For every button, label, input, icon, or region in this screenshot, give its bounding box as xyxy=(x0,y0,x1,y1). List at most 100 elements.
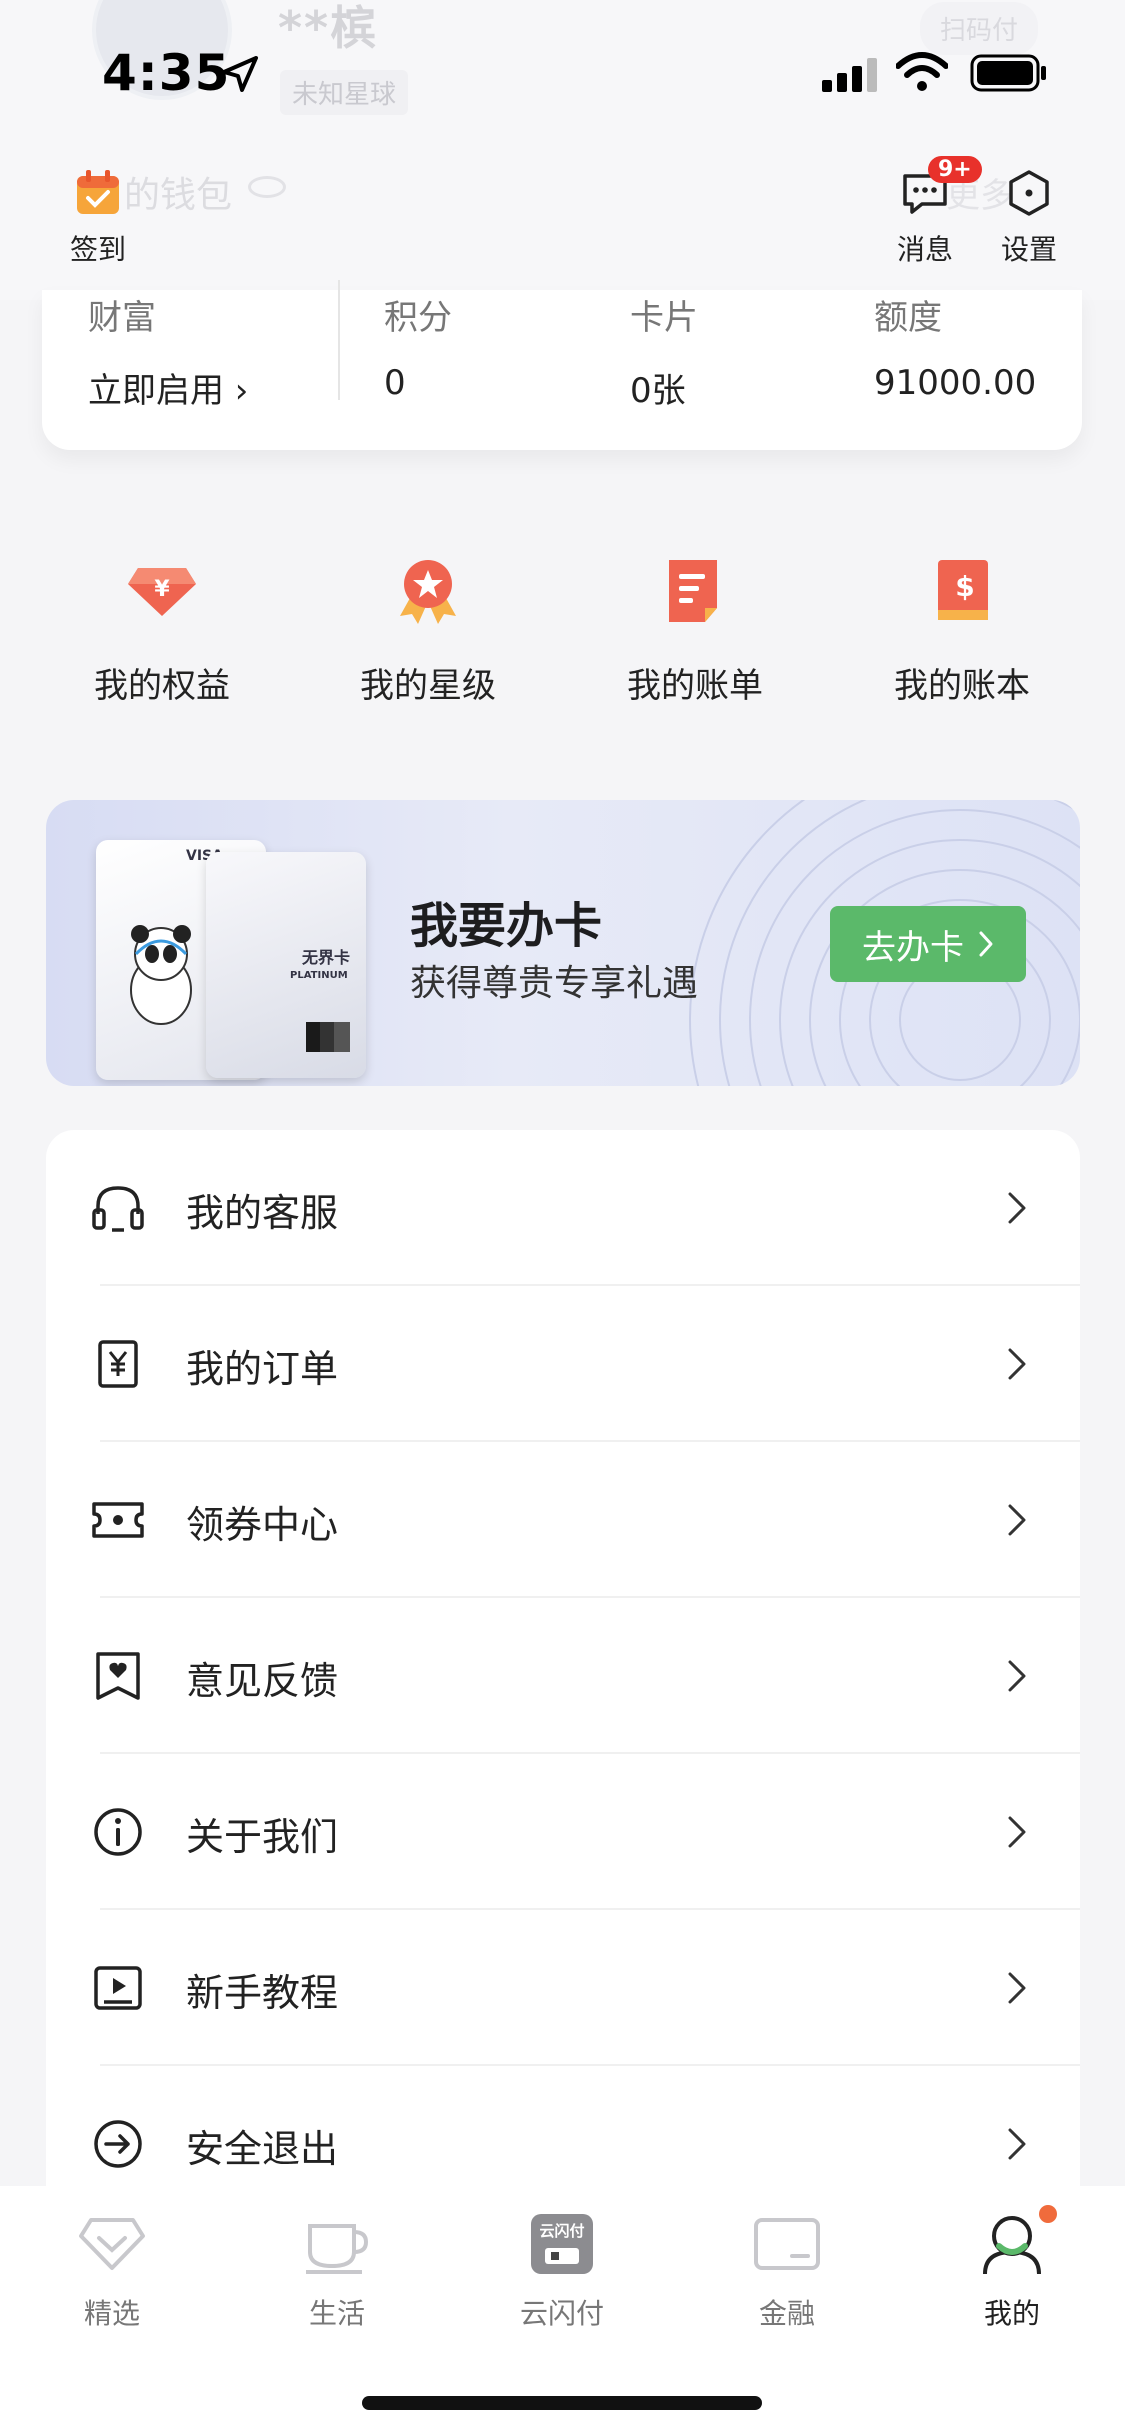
apply-card-button[interactable]: 去办卡 xyxy=(830,906,1026,982)
checkin-button[interactable]: 签到 xyxy=(68,168,128,268)
menu-item-label: 意见反馈 xyxy=(186,1659,339,1703)
settings-hexagon-icon xyxy=(1009,170,1049,216)
logout-icon xyxy=(94,2120,142,2168)
panda-mascot-icon xyxy=(130,925,192,1025)
tab-label: 生活 xyxy=(308,2297,365,2330)
points-column[interactable]: 积分 0 xyxy=(384,290,452,403)
tutorial-play-icon xyxy=(94,1966,142,2010)
menu-item-about-us[interactable]: 关于我们 xyxy=(46,1754,1080,1910)
menu-item-label: 领券中心 xyxy=(186,1503,339,1547)
menu-item-feedback[interactable]: 意见反馈 xyxy=(46,1598,1080,1754)
diamond-tab-icon xyxy=(79,2218,145,2270)
tab-label: 云闪付 xyxy=(519,2297,604,2330)
home-indicator[interactable] xyxy=(362,2396,762,2410)
unionpay-logo-icon xyxy=(306,1022,350,1052)
menu-item-tutorial[interactable]: 新手教程 xyxy=(46,1910,1080,2066)
messages-badge: 9+ xyxy=(928,156,982,183)
wallet-title: 的钱包 xyxy=(124,175,233,216)
chevron-right-icon xyxy=(1008,1816,1026,1848)
apply-card-banner[interactable]: VISA 无界卡 PLATINUM 我要办卡 获得尊贵专享礼遇 去办卡 xyxy=(46,800,1080,1086)
menu-item-label: 我的订单 xyxy=(186,1347,339,1391)
menu-item-label: 安全退出 xyxy=(186,2127,339,2171)
svg-text:¥: ¥ xyxy=(154,577,170,602)
chevron-right-icon xyxy=(1008,2128,1026,2160)
settings-button[interactable]: 设置 xyxy=(994,168,1064,268)
tab-featured[interactable]: 精选 xyxy=(52,2212,172,2332)
credit-limit-column[interactable]: 额度 91000.00 xyxy=(874,290,1036,403)
info-icon xyxy=(94,1808,142,1856)
shortcut-star-level-label: 我的星级 xyxy=(360,666,496,706)
chevron-right-icon xyxy=(1008,1504,1026,1536)
feedback-heart-icon xyxy=(96,1652,140,1700)
battery-icon xyxy=(970,54,1046,92)
chevron-right-icon xyxy=(1008,1660,1026,1692)
menu-item-my-orders[interactable]: 我的订单 xyxy=(46,1286,1080,1442)
cup-tab-icon xyxy=(306,2224,369,2274)
settings-label: 设置 xyxy=(1000,233,1057,266)
tab-label: 金融 xyxy=(758,2297,815,2330)
points-label: 积分 xyxy=(384,298,452,338)
chevron-right-icon xyxy=(1008,1192,1026,1224)
tab-unionpay[interactable]: 云闪付 云闪付 xyxy=(502,2212,622,2332)
ledger-icon: $ xyxy=(938,560,988,620)
cards-value: 0张 xyxy=(630,371,686,411)
credit-limit-value: 91000.00 xyxy=(874,363,1037,403)
card-name-text: 无界卡 xyxy=(302,948,351,967)
notification-dot xyxy=(1039,2205,1057,2223)
svg-text:云闪付: 云闪付 xyxy=(539,2222,584,2240)
tab-label: 精选 xyxy=(83,2297,140,2330)
banner-subtitle: 获得尊贵专享礼遇 xyxy=(410,963,699,1004)
wealth-label: 财富 xyxy=(88,298,156,338)
order-yen-icon xyxy=(98,1340,138,1388)
profile-tab-icon xyxy=(983,2216,1041,2275)
svg-text:$: $ xyxy=(955,570,974,603)
bill-icon xyxy=(669,560,717,622)
cards-column[interactable]: 卡片 0张 xyxy=(630,290,698,412)
wallet-summary-card: 财富 立即启用 › 积分 0 卡片 0张 额度 91000.00 xyxy=(42,280,1082,450)
tab-life[interactable]: 生活 xyxy=(277,2212,397,2332)
tab-mine[interactable]: 我的 xyxy=(952,2212,1072,2332)
chevron-right-icon xyxy=(979,931,993,957)
coupon-icon xyxy=(92,1502,144,1538)
shortcut-bill[interactable]: 我的账单 xyxy=(595,550,795,707)
apply-card-button-label: 去办卡 xyxy=(862,927,964,968)
menu-item-label: 我的客服 xyxy=(186,1191,339,1235)
location-arrow-icon xyxy=(222,56,258,92)
status-bar: 4:35 xyxy=(0,0,1125,150)
headset-icon xyxy=(92,1186,144,1232)
points-value: 0 xyxy=(384,363,406,403)
tab-label: 我的 xyxy=(983,2297,1040,2330)
checkin-label: 签到 xyxy=(69,233,126,266)
shortcut-bill-label: 我的账单 xyxy=(627,666,763,706)
credit-limit-label: 额度 xyxy=(874,298,942,338)
tab-finance[interactable]: 金融 xyxy=(727,2212,847,2332)
eye-icon[interactable] xyxy=(248,176,286,198)
menu-item-label: 新手教程 xyxy=(186,1971,339,2015)
messages-button[interactable]: 消息 xyxy=(890,168,960,268)
wallet-divider xyxy=(338,280,340,400)
shortcut-benefits[interactable]: ¥ 我的权益 xyxy=(62,550,262,707)
shortcut-grid: ¥ 我的权益 我的星级 我的账单 $ 我的账本 xyxy=(0,550,1125,720)
diamond-yen-icon: ¥ xyxy=(128,568,196,616)
status-time: 4:35 xyxy=(102,44,231,102)
bank-card-image-back: 无界卡 PLATINUM xyxy=(206,852,366,1078)
banner-title: 我要办卡 xyxy=(410,898,603,954)
star-medal-icon xyxy=(400,560,456,624)
menu-item-coupon-center[interactable]: 领券中心 xyxy=(46,1442,1080,1598)
card-tab-icon xyxy=(754,2218,820,2270)
cellular-signal-icon xyxy=(822,58,877,92)
messages-label: 消息 xyxy=(896,233,953,266)
menu-item-label: 关于我们 xyxy=(186,1815,339,1859)
settings-menu-list: 我的客服 我的订单 领券中心 意见反馈 关于我们 新手教程 安全退出 xyxy=(46,1130,1080,2230)
shortcut-star-level[interactable]: 我的星级 xyxy=(328,550,528,707)
shortcut-benefits-label: 我的权益 xyxy=(94,666,230,706)
shortcut-ledger[interactable]: $ 我的账本 xyxy=(862,550,1062,707)
wealth-value: 立即启用 › xyxy=(88,371,249,411)
card-tier-text: PLATINUM xyxy=(290,970,348,981)
shortcut-ledger-label: 我的账本 xyxy=(894,666,1030,706)
calendar-check-icon xyxy=(77,170,119,214)
menu-item-customer-service[interactable]: 我的客服 xyxy=(46,1130,1080,1286)
unionpay-tab-icon: 云闪付 xyxy=(531,2214,593,2274)
wealth-column[interactable]: 财富 立即启用 › xyxy=(88,290,248,412)
cards-label: 卡片 xyxy=(630,298,698,338)
